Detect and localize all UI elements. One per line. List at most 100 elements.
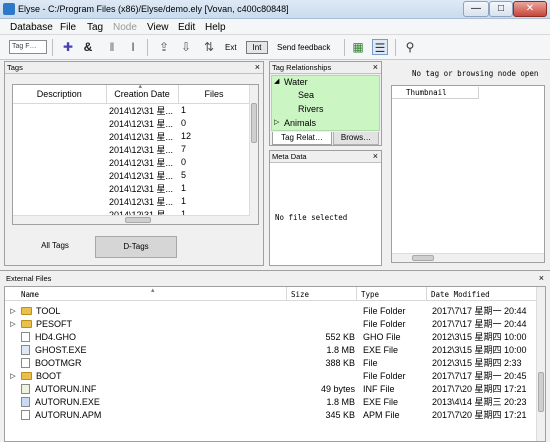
- expanded-arrow-icon[interactable]: ◢: [274, 77, 279, 85]
- toolbar-separator: [344, 39, 345, 56]
- menu-node[interactable]: Node: [113, 22, 137, 33]
- row-files: 1: [181, 183, 187, 193]
- table-row[interactable]: HD4.GHO 552 KB GHO File 2012\3\15 星期四 10…: [5, 330, 537, 343]
- expand-arrow-icon[interactable]: ▷: [5, 369, 21, 382]
- row-files: 5: [181, 170, 187, 180]
- int-toggle[interactable]: Int: [246, 41, 268, 54]
- tags-horizontal-scrollbar[interactable]: [13, 215, 250, 224]
- and-operator-icon[interactable]: &: [80, 39, 96, 55]
- search-icon[interactable]: ⚲: [402, 39, 418, 55]
- external-files-vertical-scrollbar[interactable]: [536, 287, 545, 441]
- no-file-selected-text: No file selected: [275, 213, 348, 222]
- scrollbar-thumb[interactable]: [125, 217, 151, 223]
- file-name: AUTORUN.APM: [35, 409, 102, 420]
- exe-file-icon: [21, 344, 30, 355]
- column-description[interactable]: Description: [13, 85, 107, 104]
- sort-icon[interactable]: ⇅: [201, 39, 217, 55]
- settings-file-icon: [21, 383, 30, 394]
- table-row[interactable]: ▷ BOOT File Folder 2017\7\17 星期一 20:45: [5, 369, 537, 382]
- table-row[interactable]: AUTORUN.APM 345 KB APM File 2017\7\20 星期…: [5, 408, 537, 421]
- file-size: 388 KB: [325, 357, 355, 368]
- close-icon[interactable]: ×: [539, 273, 544, 284]
- file-name: AUTORUN.EXE: [35, 396, 100, 407]
- table-row[interactable]: AUTORUN.INF 49 bytes INF File 2017\7\20 …: [5, 382, 537, 395]
- close-icon[interactable]: ×: [373, 151, 378, 162]
- tree-node-rivers[interactable]: Rivers: [298, 104, 324, 114]
- tree-node-sea[interactable]: Sea: [298, 90, 314, 100]
- menu-file[interactable]: File: [60, 22, 76, 33]
- tab-all-tags[interactable]: All Tags: [14, 236, 96, 258]
- column-size[interactable]: Size: [291, 290, 309, 299]
- column-date-modified[interactable]: Date Modified: [431, 290, 490, 299]
- table-row[interactable]: 2014\12\31 星... 0: [13, 117, 250, 130]
- tag-filter-select[interactable]: Tag F…: [9, 40, 47, 54]
- collapsed-arrow-icon[interactable]: ▷: [274, 118, 279, 126]
- menu-database[interactable]: Database: [10, 22, 53, 33]
- table-row[interactable]: 2014\12\31 星... 1: [13, 182, 250, 195]
- expand-arrow-icon[interactable]: ▷: [5, 304, 21, 317]
- send-feedback-link[interactable]: Send feedback: [277, 43, 330, 52]
- minimize-button[interactable]: —: [463, 1, 489, 17]
- maximize-button[interactable]: □: [489, 1, 513, 17]
- table-row[interactable]: AUTORUN.EXE 1.8 MB EXE File 2013\4\14 星期…: [5, 395, 537, 408]
- menu-tag[interactable]: Tag: [87, 22, 103, 33]
- text-cursor-icon[interactable]: I: [125, 39, 141, 55]
- table-row[interactable]: ▷ PESOFT File Folder 2017\7\17 星期一 20:44: [5, 317, 537, 330]
- sort-ascending-icon: ▴: [151, 287, 155, 294]
- table-row[interactable]: 2014\12\31 星... 7: [13, 143, 250, 156]
- file-icon: [21, 357, 30, 368]
- tab-browse[interactable]: Brows…: [333, 132, 379, 145]
- column-type[interactable]: Type: [361, 290, 379, 299]
- title-bar: Elyse - C:/Program Files (x86)/Elyse/dem…: [0, 0, 550, 19]
- file-type: File Folder: [363, 318, 406, 329]
- close-icon[interactable]: ×: [255, 62, 260, 73]
- expand-arrow-icon[interactable]: ▷: [5, 317, 21, 330]
- table-row[interactable]: ▷ TOOL File Folder 2017\7\17 星期一 20:44: [5, 304, 537, 317]
- file-size: 552 KB: [325, 331, 355, 342]
- file-size: 1.8 MB: [326, 344, 355, 355]
- table-row[interactable]: 2014\12\31 星... 12: [13, 130, 250, 143]
- scrollbar-thumb[interactable]: [251, 103, 257, 143]
- tags-vertical-scrollbar[interactable]: [249, 85, 258, 224]
- download-icon[interactable]: ⇩: [178, 39, 194, 55]
- tree-node-animals[interactable]: Animals: [284, 118, 316, 128]
- scrollbar-thumb[interactable]: [538, 372, 544, 412]
- tags-table: Description ▴ Creation Date Files 2014\1…: [12, 84, 259, 225]
- external-files-panel: External Files × Name ▴ Size Type Date M…: [0, 270, 550, 442]
- menu-edit[interactable]: Edit: [178, 22, 195, 33]
- table-row[interactable]: 2014\12\31 星... 1: [13, 195, 250, 208]
- table-row[interactable]: BOOTMGR 388 KB File 2012\3\15 星期四 2:33: [5, 356, 537, 369]
- row-files: 12: [181, 131, 192, 141]
- file-name: HD4.GHO: [35, 331, 77, 342]
- close-button[interactable]: ✕: [513, 1, 547, 17]
- tab-tag-relationships[interactable]: Tag Relat…: [272, 132, 332, 145]
- menu-help[interactable]: Help: [205, 22, 226, 33]
- row-files: 1: [181, 105, 187, 115]
- table-row[interactable]: 2014\12\31 星... 5: [13, 169, 250, 182]
- tags-table-header: Description ▴ Creation Date Files: [13, 85, 251, 104]
- column-creation-date-label: Creation Date: [114, 88, 170, 99]
- table-row[interactable]: GHOST.EXE 1.8 MB EXE File 2012\3\15 星期四 …: [5, 343, 537, 356]
- column-divider: [426, 287, 427, 301]
- tab-d-tags[interactable]: D-Tags: [95, 236, 177, 258]
- add-tag-icon[interactable]: ✚: [60, 39, 76, 55]
- column-name[interactable]: Name: [21, 290, 39, 299]
- column-creation-date[interactable]: ▴ Creation Date: [105, 85, 179, 104]
- or-operator-icon[interactable]: ‖: [104, 39, 120, 55]
- thumbnail-column-header[interactable]: Thumbnail: [392, 87, 479, 99]
- column-files[interactable]: Files: [178, 85, 251, 104]
- ext-label[interactable]: Ext: [225, 43, 237, 52]
- scrollbar-thumb[interactable]: [412, 255, 434, 261]
- table-row[interactable]: 2014\12\31 星... 1: [13, 103, 250, 117]
- tree-node-water[interactable]: Water: [284, 77, 308, 87]
- list-view-icon[interactable]: ☰: [372, 39, 388, 55]
- folder-icon: [21, 319, 32, 328]
- table-row[interactable]: 2014\12\31 星... 0: [13, 156, 250, 169]
- split-view-icon[interactable]: ▦: [350, 39, 366, 55]
- meta-data-panel: Meta Data × No file selected: [269, 150, 382, 266]
- menu-view[interactable]: View: [147, 22, 169, 33]
- upload-icon[interactable]: ⇪: [156, 39, 172, 55]
- thumbnail-horizontal-scrollbar[interactable]: [392, 253, 544, 262]
- close-icon[interactable]: ×: [373, 62, 378, 73]
- file-name: BOOTMGR: [35, 357, 82, 368]
